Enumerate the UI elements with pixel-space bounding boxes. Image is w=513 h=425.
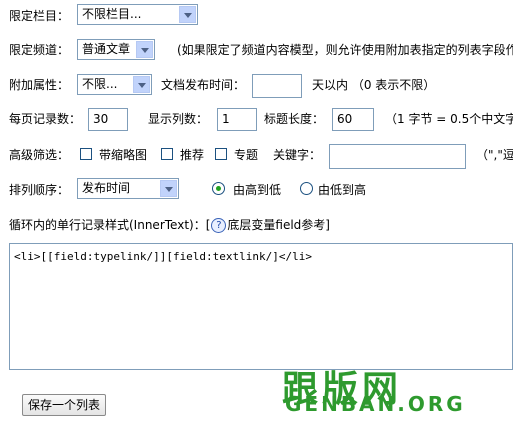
innertext-label-close: ] bbox=[325, 218, 330, 232]
keyword-input[interactable] bbox=[329, 144, 466, 169]
channel-note: (如果限定了频道内容模型，则允许使用附加表指定的列表字段作 bbox=[177, 43, 513, 57]
attribute-label: 附加属性： bbox=[9, 78, 70, 92]
watermark-logo-en: GENBAN.ORG bbox=[285, 392, 466, 416]
innertext-label: 循环内的单行记录样式(InnerText)：[ bbox=[9, 218, 211, 232]
attribute-select-value: 不限... bbox=[82, 77, 118, 91]
channel-select-value: 普通文章 bbox=[82, 42, 131, 56]
order-select-value: 发布时间 bbox=[82, 181, 131, 195]
order-label: 排列顺序： bbox=[9, 183, 70, 197]
help-question-icon[interactable]: ? bbox=[211, 218, 227, 233]
order-desc-label: 由高到低 bbox=[233, 183, 282, 197]
title-length-input[interactable]: 60 bbox=[332, 108, 374, 131]
filter-label: 高级筛选： bbox=[9, 148, 70, 162]
perpage-input[interactable]: 30 bbox=[88, 108, 128, 131]
special-checkbox-label: 专题 bbox=[234, 148, 259, 162]
columns-input[interactable]: 1 bbox=[217, 108, 257, 131]
pubtime-label: 文档发布时间： bbox=[161, 78, 246, 92]
order-desc-radio[interactable] bbox=[212, 182, 225, 195]
field-reference-link[interactable]: 底层变量field参考 bbox=[227, 218, 325, 232]
thumb-checkbox-label: 带缩略图 bbox=[99, 148, 148, 162]
title-length-label: 标题长度： bbox=[264, 112, 325, 126]
save-list-button[interactable]: 保存一个列表 bbox=[22, 394, 106, 416]
attribute-select[interactable]: 不限... bbox=[77, 74, 152, 95]
channel-select[interactable]: 普通文章 bbox=[77, 39, 155, 60]
chevron-down-icon bbox=[136, 41, 153, 58]
pubtime-days-input[interactable] bbox=[252, 74, 302, 98]
column-label: 限定栏目： bbox=[9, 9, 70, 23]
pubtime-suffix: 天以内 （0 表示不限） bbox=[312, 78, 436, 92]
chevron-down-icon bbox=[160, 180, 177, 197]
keyword-label: 关键字： bbox=[273, 148, 322, 162]
innertext-label-row: 循环内的单行记录样式(InnerText)：[? 底层变量field参考] bbox=[9, 218, 330, 233]
chevron-down-icon bbox=[179, 6, 196, 23]
recommend-checkbox[interactable] bbox=[161, 148, 173, 160]
innertext-textarea[interactable]: <li>[[field:typelink/]][field:textlink/]… bbox=[9, 243, 513, 370]
special-checkbox[interactable] bbox=[215, 148, 227, 160]
columns-label: 显示列数： bbox=[148, 112, 209, 126]
keyword-note: （","逗 bbox=[476, 148, 513, 162]
perpage-label: 每页记录数： bbox=[9, 112, 82, 126]
order-asc-radio[interactable] bbox=[300, 182, 313, 195]
channel-label: 限定频道： bbox=[9, 43, 70, 57]
chevron-down-icon bbox=[133, 76, 150, 93]
recommend-checkbox-label: 推荐 bbox=[180, 148, 205, 162]
title-length-note: （1 字节 = 0.5个中文字 bbox=[385, 112, 513, 126]
innertext-value: <li>[[field:typelink/]][field:textlink/]… bbox=[14, 250, 313, 263]
column-select-value: 不限栏目... bbox=[82, 7, 142, 21]
column-select[interactable]: 不限栏目... bbox=[77, 4, 198, 25]
order-asc-label: 由低到高 bbox=[318, 183, 367, 197]
thumb-checkbox[interactable] bbox=[80, 148, 92, 160]
order-select[interactable]: 发布时间 bbox=[77, 178, 179, 199]
